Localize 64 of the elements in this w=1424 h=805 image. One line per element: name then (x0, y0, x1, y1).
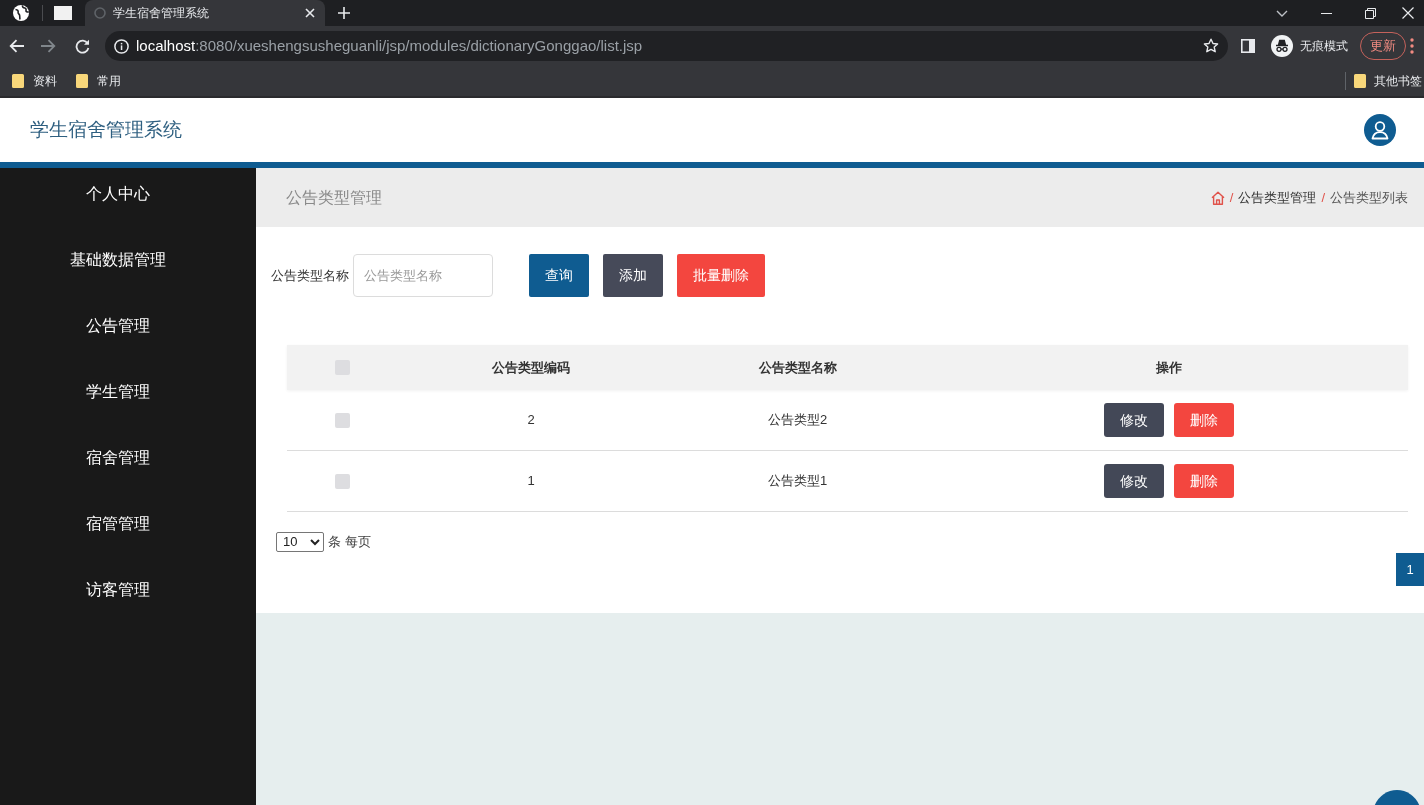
home-icon[interactable] (1210, 190, 1225, 205)
sidebar-item[interactable]: 学生管理 (0, 366, 256, 418)
plus-icon[interactable] (338, 7, 350, 19)
more-menu-icon[interactable] (1410, 38, 1414, 54)
sidebar-item[interactable]: 宿舍管理 (0, 432, 256, 484)
column-header: 公告类型编码 (492, 358, 570, 377)
window-icon[interactable] (53, 6, 72, 20)
column-header: 操作 (1156, 358, 1182, 377)
add-button[interactable]: 添加 (603, 254, 663, 297)
minimize-icon[interactable] (1320, 12, 1332, 14)
sidebar-item[interactable]: 个人中心 (0, 168, 256, 220)
folder-icon (1354, 74, 1366, 88)
reload-icon (74, 38, 90, 54)
address-text: localhost:8080/xueshengsusheguanli/jsp/modules/dictionaryGonggao/list.jsp (136, 35, 643, 56)
profile-button[interactable]: 无痕模式 (1271, 35, 1348, 57)
address-bar[interactable]: localhost:8080/xueshengsusheguanli/jsp/modules/dictionaryGonggao/list.jsp (105, 31, 1228, 61)
chevron-down-icon[interactable] (1276, 9, 1288, 17)
folder-icon (12, 74, 24, 88)
back-arrow-icon (8, 39, 24, 53)
browser-tab[interactable]: 学生宿舍管理系统 (85, 0, 325, 26)
page-size-label: 条 每页 (328, 532, 371, 551)
page-size-select[interactable]: 10 (276, 531, 324, 552)
table-cell-text: 2 (527, 411, 535, 430)
globe-icon[interactable] (13, 5, 29, 21)
floating-action-button[interactable] (1373, 790, 1421, 805)
table-cell-text: 公告类型2 (767, 411, 828, 430)
folder-icon (76, 74, 88, 88)
checkbox[interactable] (334, 473, 350, 489)
bookmark-folder[interactable]: 资料 (12, 72, 57, 90)
page-title: 公告类型管理 (286, 187, 382, 208)
search-button[interactable]: 查询 (529, 254, 589, 297)
page-button[interactable]: 1 (1396, 553, 1424, 586)
table-cell-text: 1 (527, 472, 535, 491)
sidebar-item[interactable]: 公告管理 (0, 300, 256, 352)
edit-button[interactable]: 修改 (1104, 464, 1164, 498)
search-label: 公告类型名称 (271, 266, 349, 285)
bookmark-folder[interactable]: 常用 (76, 72, 121, 90)
search-input[interactable]: 公告类型名称 (353, 254, 493, 297)
info-icon[interactable] (114, 38, 129, 54)
restore-icon[interactable] (1364, 7, 1376, 19)
sidebar-item[interactable]: 访客管理 (0, 564, 256, 616)
checkbox[interactable] (334, 412, 350, 428)
incognito-icon (1271, 35, 1293, 57)
table-cell-text: 公告类型1 (767, 472, 828, 491)
delete-button[interactable]: 删除 (1174, 403, 1234, 437)
batch-delete-button[interactable]: 批量删除 (677, 254, 765, 297)
close-icon[interactable] (305, 8, 315, 18)
ring-icon (94, 7, 106, 19)
breadcrumb-link[interactable]: 公告类型管理 (1238, 187, 1317, 208)
edit-button[interactable]: 修改 (1104, 403, 1164, 437)
app-title: 学生宿舍管理系统 (30, 117, 182, 142)
sidebar-item[interactable]: 宿管管理 (0, 498, 256, 550)
user-avatar-icon[interactable] (1364, 114, 1396, 146)
sidebar-item[interactable]: 基础数据管理 (0, 234, 256, 286)
star-icon[interactable] (1203, 38, 1219, 54)
close-icon[interactable] (1402, 7, 1414, 19)
breadcrumb-separator: / (1321, 188, 1325, 207)
forward-arrow-icon (40, 39, 56, 53)
column-header: 公告类型名称 (758, 358, 837, 377)
breadcrumb-current: 公告类型列表 (1330, 188, 1408, 207)
delete-button[interactable]: 删除 (1174, 464, 1234, 498)
breadcrumb-separator: / (1229, 188, 1234, 207)
side-panel-icon[interactable] (1241, 39, 1255, 53)
bookmark-folder[interactable]: 其他书签 (1354, 72, 1422, 90)
